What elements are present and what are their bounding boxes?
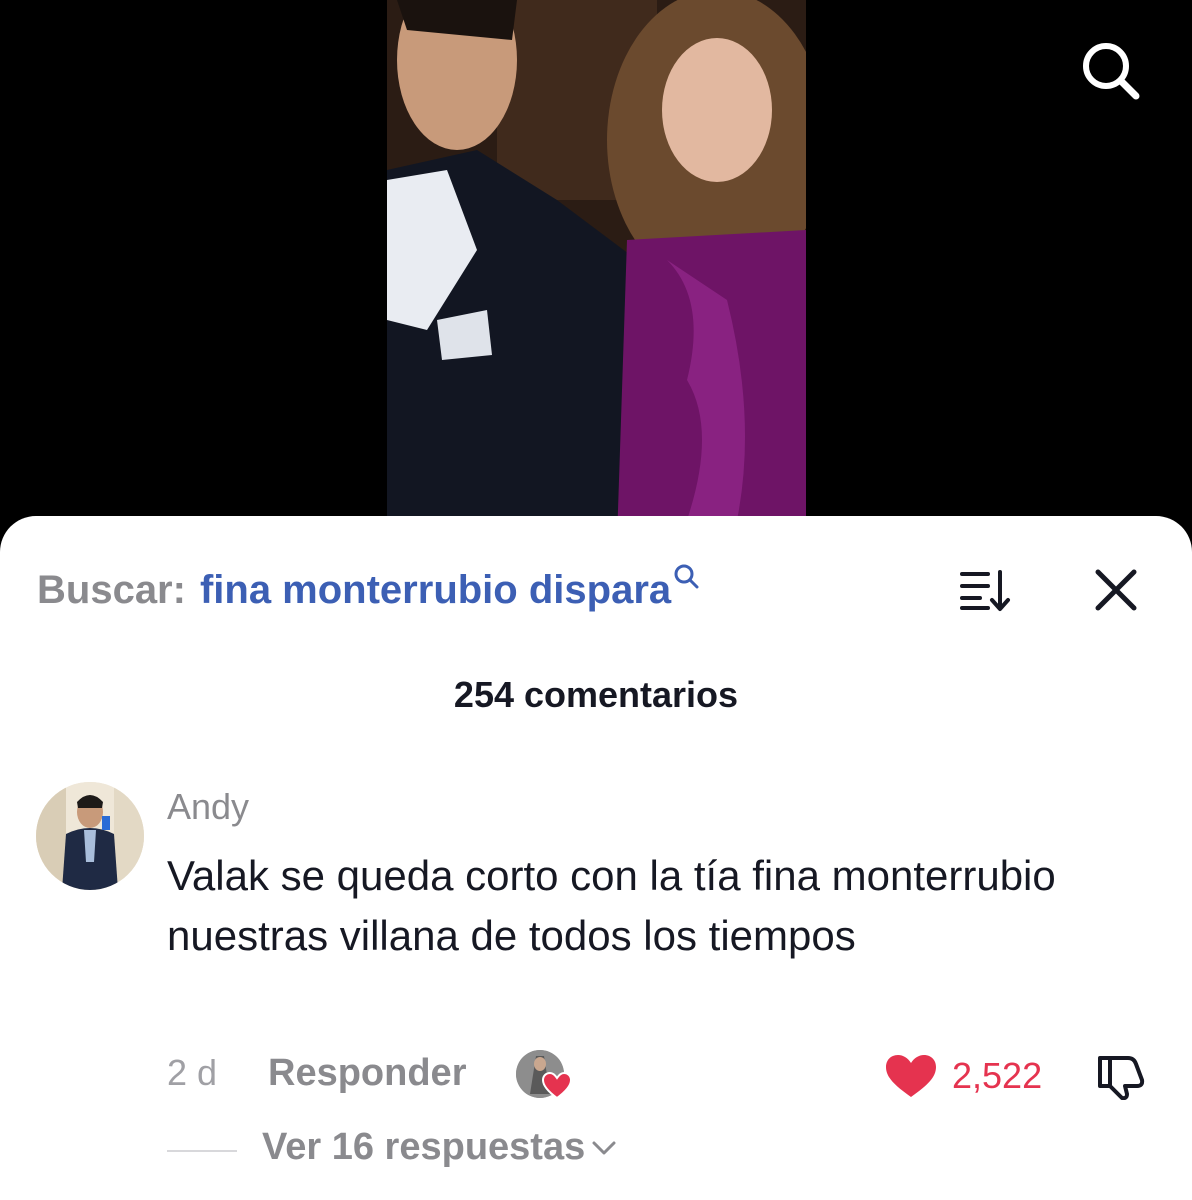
chevron-down-icon	[592, 1141, 616, 1154]
replies-divider	[167, 1150, 237, 1152]
close-button[interactable]	[1086, 560, 1146, 620]
heart-icon	[886, 1055, 936, 1097]
sort-button[interactable]	[952, 562, 1016, 618]
creator-liked-badge	[516, 1050, 576, 1102]
video-player[interactable]	[0, 0, 1192, 540]
dislike-button[interactable]	[1094, 1050, 1148, 1102]
close-icon	[1095, 569, 1137, 611]
thumbs-down-icon	[1098, 1056, 1145, 1100]
avatar-image	[36, 782, 144, 890]
avatar[interactable]	[36, 782, 144, 890]
search-icon	[1083, 43, 1140, 100]
reply-button[interactable]: Responder	[268, 1052, 466, 1095]
sort-icon	[960, 570, 1010, 611]
view-replies-link[interactable]: Ver 16 respuestas	[262, 1126, 617, 1169]
creator-heart-icon	[542, 1072, 572, 1100]
search-term-icon	[673, 554, 699, 599]
like-button[interactable]: 2,522	[884, 1050, 1042, 1102]
video-search-button[interactable]	[1074, 34, 1146, 106]
comment-text: Valak se queda corto con la tía fina mon…	[167, 852, 1056, 959]
comment-username[interactable]: Andy	[167, 786, 249, 828]
comment-search-suggestion[interactable]: Buscar: fina monterrubio dispara	[37, 560, 699, 620]
video-scene-image	[387, 0, 806, 540]
view-replies-label: Ver 16 respuestas	[262, 1126, 586, 1168]
video-frame[interactable]	[387, 0, 806, 540]
search-term-link[interactable]: fina monterrubio dispara	[200, 568, 671, 613]
search-label: Buscar:	[37, 567, 186, 612]
comment-count: 254 comentarios	[453, 674, 739, 715]
like-count: 2,522	[952, 1055, 1043, 1096]
comment-timestamp: 2 d	[167, 1052, 218, 1093]
